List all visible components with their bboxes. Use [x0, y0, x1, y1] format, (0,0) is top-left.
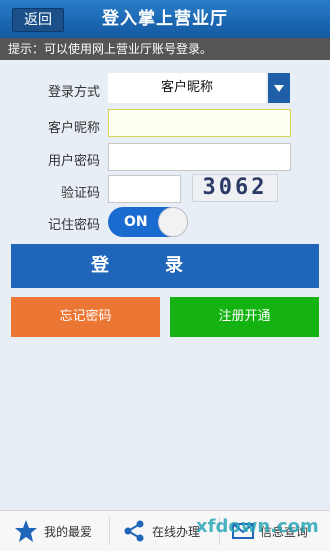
captcha-image[interactable]: 3062 — [192, 174, 278, 202]
password-label: 用户密码 — [47, 154, 100, 169]
captcha-label: 验证码 — [60, 186, 100, 201]
nickname-label: 客户昵称 — [47, 121, 100, 136]
password-input[interactable] — [108, 143, 291, 171]
login-button[interactable]: 登录 — [11, 244, 319, 288]
tab-favorites[interactable]: 我的最爱 — [14, 511, 92, 551]
toggle-state-text: ON — [124, 214, 148, 230]
dropdown-button[interactable] — [268, 73, 290, 103]
toggle-knob — [158, 207, 188, 237]
captcha-input[interactable] — [108, 175, 181, 203]
star-icon — [15, 520, 37, 542]
register-button[interactable]: 注册开通 — [170, 297, 319, 337]
login-method-label: 登录方式 — [47, 85, 100, 100]
remember-label: 记住密码 — [47, 218, 100, 233]
watermark-text: xfdown.com — [196, 516, 319, 537]
forgot-password-button[interactable]: 忘记密码 — [11, 297, 160, 337]
chevron-down-icon — [274, 85, 284, 92]
login-method-select[interactable]: 客户昵称 — [108, 73, 266, 103]
page-title: 登入掌上营业厅 — [102, 9, 228, 29]
tab-online-label: 在线办理 — [152, 524, 201, 539]
remember-toggle[interactable]: ON — [108, 207, 188, 237]
tip-banner: 提示：可以使用网上营业厅账号登录。 — [0, 38, 330, 60]
header-bar: 返回 登入掌上营业厅 — [0, 0, 330, 38]
tab-divider — [109, 517, 110, 545]
tab-favorites-label: 我的最爱 — [44, 524, 93, 539]
share-icon — [124, 520, 144, 542]
nickname-input[interactable] — [108, 109, 291, 137]
tab-online[interactable]: 在线办理 — [122, 511, 200, 551]
